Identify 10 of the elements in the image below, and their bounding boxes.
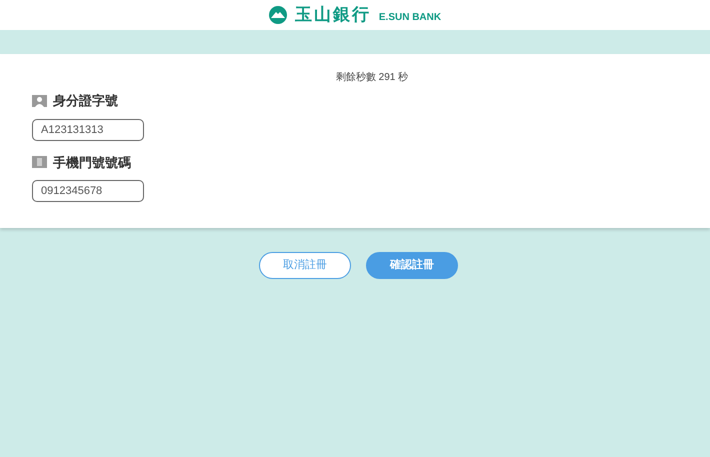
field-label: 手機門號號碼 [53, 154, 131, 172]
bank-name: 玉山銀行 [294, 4, 371, 26]
bank-english-name: E.SUN BANK [378, 10, 442, 24]
input-field[interactable]: A123131313 [32, 118, 144, 140]
mountain-logo-icon [268, 6, 287, 24]
field-label: 身分證字號 [53, 92, 118, 110]
phone-icon [32, 156, 47, 168]
person-card-icon [32, 94, 47, 107]
countdown-text: 剩餘秒數 291 秒 [336, 70, 408, 85]
input-field[interactable]: 0912345678 [32, 180, 144, 202]
